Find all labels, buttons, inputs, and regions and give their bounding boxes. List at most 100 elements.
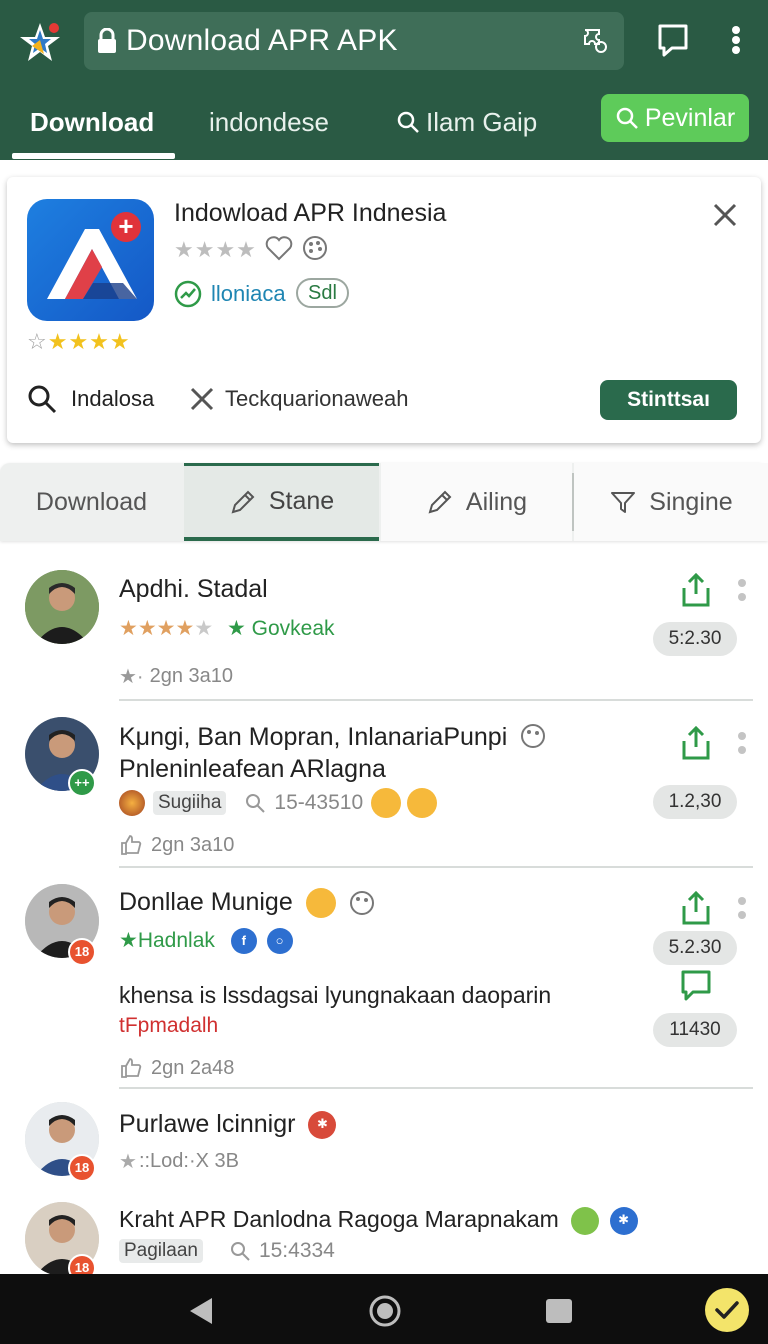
list-item[interactable]: 18 Kraht APR Danlodna Ragoga Marapnakam … bbox=[0, 1196, 768, 1274]
badge-icon: ✱ bbox=[308, 1111, 337, 1140]
subtab-stane[interactable]: Stane bbox=[184, 463, 379, 541]
item-subtitle: Pagilaan 15:4334 bbox=[119, 1239, 335, 1263]
overflow-menu-icon[interactable] bbox=[726, 20, 746, 60]
sdl-badge: Sdl bbox=[296, 278, 349, 308]
check-icon bbox=[715, 1301, 739, 1319]
tab-indondese-label: indondese bbox=[209, 106, 329, 137]
item-meta: ★· 2gn 3a10 bbox=[119, 665, 234, 688]
app-title: Indowload APR Indnesia bbox=[174, 199, 447, 227]
plus-badge-icon: + bbox=[111, 212, 141, 242]
smile-emoji-icon bbox=[371, 788, 402, 818]
avatar[interactable] bbox=[25, 570, 99, 644]
palette-icon[interactable] bbox=[302, 235, 328, 261]
app-info-card: + Indowload APR Indnesia ★★★★ lloniaca S… bbox=[7, 177, 761, 443]
more-icon[interactable] bbox=[736, 896, 748, 922]
item-body: khensa is lssdagsai lyungnakaan daoparin bbox=[119, 982, 552, 1008]
confirm-button[interactable] bbox=[705, 1288, 749, 1332]
item-meta-text: 2gn 2a48 bbox=[151, 1056, 235, 1079]
item-subtitle: ★Hadnlak f ○ bbox=[119, 928, 293, 955]
status-badge: 18 bbox=[68, 938, 96, 966]
item-title-text: Kμngi, Ban Mopran, InlanariaPunpi bbox=[119, 723, 508, 751]
home-icon[interactable] bbox=[368, 1294, 402, 1328]
app-icon[interactable]: + bbox=[27, 199, 154, 321]
subtab-download-label: Download bbox=[35, 487, 148, 516]
search-icon[interactable] bbox=[27, 384, 57, 414]
tab-indondese[interactable]: indondese bbox=[209, 92, 329, 152]
close-icon[interactable] bbox=[711, 201, 739, 229]
extension-icon[interactable] bbox=[580, 26, 610, 56]
pevinlar-button[interactable]: Pevinlar bbox=[601, 94, 749, 142]
rating-stars: ★★★★ bbox=[174, 237, 257, 262]
pevinlar-label: Pevinlar bbox=[644, 103, 736, 132]
palette-icon bbox=[521, 724, 546, 748]
item-title: Donllae Munige bbox=[119, 888, 375, 919]
item-meta-text: 2gn 3a10 bbox=[149, 665, 234, 687]
search-icon bbox=[616, 107, 638, 129]
app-rating-stars: ☆★★★★ bbox=[27, 329, 131, 354]
item-title-text: Kraht APR Danlodna Ragoga Marapnakam bbox=[119, 1206, 559, 1232]
x-label[interactable]: Teckquarionaweah bbox=[225, 386, 408, 412]
sub-tabs: Download Stane Ailing Singine bbox=[0, 463, 768, 541]
back-icon[interactable] bbox=[188, 1296, 214, 1326]
social-icon[interactable]: ✱ bbox=[609, 1206, 638, 1235]
share-icon[interactable] bbox=[679, 725, 713, 761]
item-title-line2: Pnleninleafean ARlagna bbox=[119, 755, 386, 783]
item-count: 15-43510 bbox=[274, 791, 364, 814]
item-subtitle-text: Govkeak bbox=[251, 617, 335, 640]
item-subtitle-text: Hadnlak bbox=[137, 929, 215, 952]
item-title: Apdhi. Stadal bbox=[119, 575, 268, 603]
list-item[interactable]: 18 Donllae Munige ★Hadnlak f ○ khensa is… bbox=[0, 872, 768, 1090]
item-meta: ★ ::Lod:·X 3B bbox=[119, 1150, 239, 1173]
item-meta-text: 2gn 3a10 bbox=[151, 833, 235, 856]
share-icon[interactable] bbox=[679, 890, 713, 926]
thumbs-up-icon bbox=[121, 835, 142, 855]
search-icon bbox=[230, 1242, 250, 1261]
item-pill-secondary: 11430 bbox=[653, 1013, 737, 1047]
subtab-ailing[interactable]: Ailing bbox=[381, 463, 572, 541]
system-nav-bar bbox=[0, 1274, 768, 1344]
heart-icon[interactable] bbox=[265, 235, 293, 261]
item-subtitle: ★★★★★ ★ Govkeak bbox=[119, 617, 335, 640]
list-item[interactable]: Apdhi. Stadal ★★★★★ ★ Govkeak ★· 2gn 3a1… bbox=[0, 560, 768, 701]
emoji-icon bbox=[571, 1206, 600, 1235]
x-icon[interactable] bbox=[189, 386, 215, 412]
list-item[interactable]: 18 Purlawe lcinnigr ✱ ★ ::Lod:·X 3B bbox=[0, 1096, 768, 1194]
chat-icon[interactable] bbox=[656, 20, 690, 60]
facebook-icon[interactable]: f bbox=[230, 928, 257, 955]
stintisai-button[interactable]: Stinttsaı bbox=[600, 380, 737, 420]
list-item[interactable]: ++ Kμngi, Ban Mopran, InlanariaPunpi Pnl… bbox=[0, 705, 768, 868]
thumbs-up-icon bbox=[121, 1058, 142, 1078]
recents-icon[interactable] bbox=[545, 1298, 573, 1324]
more-icon[interactable] bbox=[736, 578, 748, 604]
item-pill: 5:2.30 bbox=[653, 622, 737, 656]
item-title-text: Donllae Munige bbox=[119, 888, 293, 916]
subtab-singine[interactable]: Singine bbox=[574, 463, 768, 541]
palette-icon bbox=[349, 891, 374, 916]
item-title: Kμngi, Ban Mopran, InlanariaPunpi bbox=[119, 723, 546, 752]
app-category: lloniaca bbox=[211, 281, 286, 306]
status-badge: 18 bbox=[68, 1254, 96, 1274]
smile-emoji-icon bbox=[407, 788, 438, 818]
pen-icon bbox=[231, 490, 255, 513]
subtab-stane-label: Stane bbox=[268, 487, 335, 515]
url-bar[interactable]: Download APR APK bbox=[84, 12, 624, 70]
tab-search[interactable]: Ilam Gaip bbox=[396, 92, 537, 152]
search-label[interactable]: Indalosa bbox=[71, 386, 154, 412]
tab-download[interactable]: Download bbox=[30, 92, 154, 152]
search-icon bbox=[246, 794, 266, 813]
star-logo-icon[interactable] bbox=[18, 20, 62, 64]
filter-icon bbox=[611, 492, 636, 513]
comment-icon[interactable] bbox=[679, 968, 713, 1004]
item-body-highlight: tFpmadalh bbox=[119, 1014, 219, 1037]
url-title: Download APR APK bbox=[126, 24, 398, 57]
item-pill: 1.2,30 bbox=[653, 785, 737, 819]
share-icon[interactable] bbox=[679, 572, 713, 608]
subtab-download[interactable]: Download bbox=[0, 463, 183, 541]
divider bbox=[119, 1087, 753, 1089]
social-icon[interactable]: ○ bbox=[266, 928, 293, 955]
item-meta: 2gn 2a48 bbox=[119, 1056, 234, 1080]
status-badge: ++ bbox=[68, 769, 96, 797]
more-icon[interactable] bbox=[736, 731, 748, 757]
app-bar: Download APR APK Download indondese Ilam… bbox=[0, 0, 768, 160]
tab-search-label: Ilam Gaip bbox=[426, 106, 538, 137]
